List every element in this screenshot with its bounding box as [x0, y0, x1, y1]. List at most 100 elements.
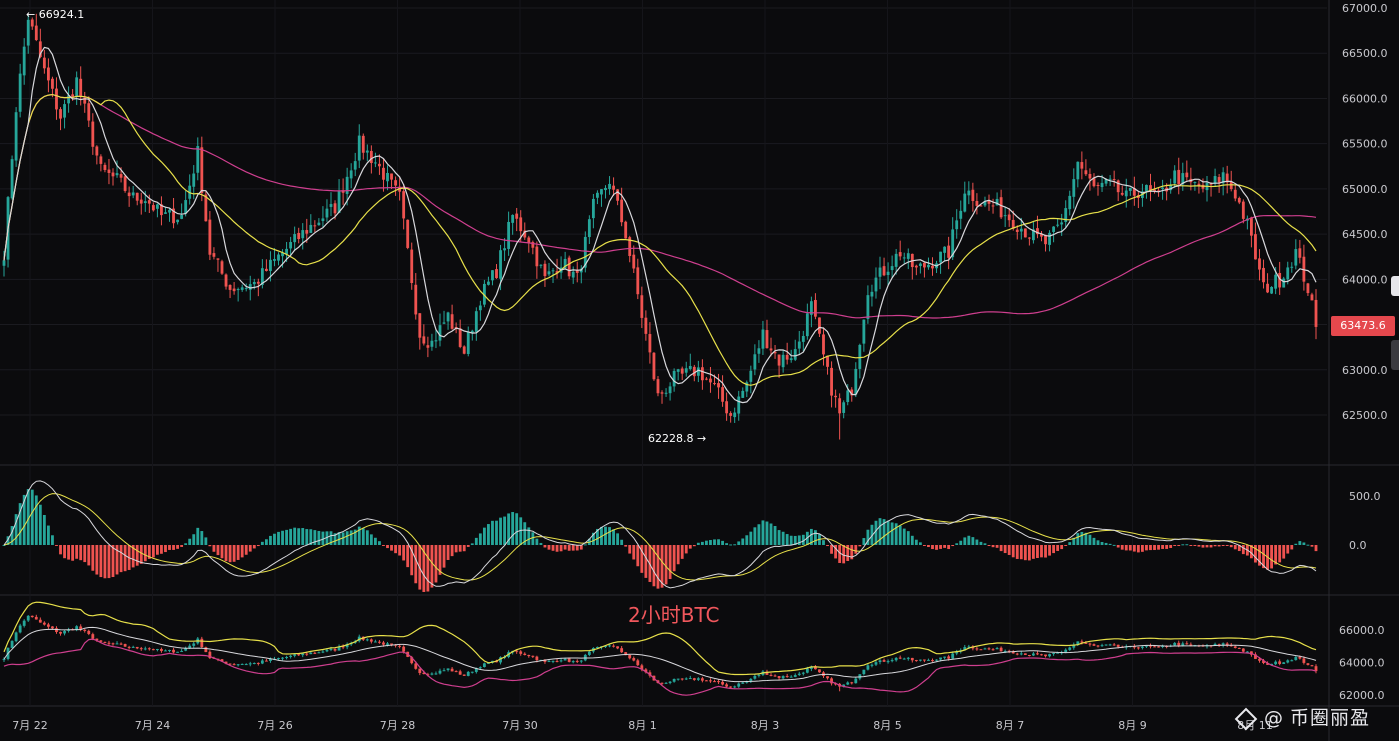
- macd-bar: [252, 545, 256, 549]
- boll-candle: [252, 662, 256, 664]
- macd-bar: [745, 535, 749, 545]
- candle: [499, 250, 502, 279]
- macd-bar: [87, 545, 91, 566]
- candle: [1052, 226, 1056, 232]
- boll-candle: [378, 641, 381, 643]
- candle: [382, 167, 385, 180]
- macd-bar: [236, 545, 240, 560]
- boll-candle: [1185, 643, 1189, 645]
- macd-bar: [1145, 545, 1148, 551]
- macd-bar: [164, 545, 167, 553]
- boll-candle: [741, 682, 745, 684]
- macd-bar: [289, 528, 293, 545]
- candle: [971, 189, 975, 202]
- macd-bar: [1011, 545, 1015, 558]
- macd-bar: [71, 545, 75, 561]
- macd-bar: [430, 545, 434, 588]
- boll-candle: [478, 667, 482, 669]
- boll-candle: [46, 624, 50, 627]
- macd-bar: [721, 540, 724, 545]
- macd-bar: [406, 545, 410, 568]
- candle: [200, 147, 204, 194]
- macd-bar: [1213, 545, 1217, 547]
- macd-bar: [1060, 545, 1064, 550]
- watermark: @ 币圈丽盈: [1234, 703, 1370, 730]
- macd-bar: [1201, 545, 1205, 548]
- macd-bar: [967, 535, 971, 545]
- boll-candle: [737, 683, 741, 687]
- candle: [252, 281, 256, 285]
- candle: [822, 334, 825, 355]
- candle: [644, 317, 648, 334]
- macd-bar: [1185, 544, 1189, 546]
- macd-bar: [200, 531, 204, 545]
- boll-candle: [1237, 647, 1241, 649]
- boll-candle: [846, 682, 850, 685]
- macd-bar: [971, 537, 975, 545]
- boll-candle: [127, 646, 131, 648]
- chart-canvas[interactable]: 67000.0 66500.0 66000.0 65500.0 65000.0 64500…: [0, 0, 1399, 741]
- date-tick-label: 8月 9: [1118, 719, 1147, 732]
- boll-candle: [248, 663, 252, 665]
- boll-candle: [59, 631, 62, 634]
- btc-chart[interactable]: 67000.0 66500.0 66000.0 65500.0 65000.0 64500…: [0, 0, 1399, 741]
- date-tick-label: 7月 28: [380, 719, 416, 732]
- boll-candle: [951, 653, 955, 659]
- last-price-badge: 63473.6: [1331, 316, 1395, 336]
- boll-candle: [301, 653, 305, 656]
- macd-bar: [656, 545, 660, 589]
- boll-candle: [91, 634, 95, 639]
- boll-candle: [1298, 656, 1302, 659]
- boll-candle: [850, 682, 854, 684]
- boll-candle: [914, 660, 918, 662]
- candle: [882, 266, 886, 276]
- macd-bar: [1092, 537, 1096, 545]
- macd-bar: [826, 545, 829, 547]
- candle: [648, 334, 652, 353]
- candle: [975, 200, 979, 206]
- candle: [878, 267, 882, 277]
- boll-candle: [462, 674, 466, 676]
- macd-bar: [692, 545, 696, 547]
- boll-candle: [1177, 642, 1181, 646]
- candle: [1080, 162, 1084, 169]
- candle: [507, 221, 511, 249]
- macd-bar: [38, 504, 42, 545]
- candle: [10, 159, 14, 199]
- boll-candle: [470, 671, 474, 673]
- boll-candle: [1157, 646, 1160, 648]
- boll-candle: [983, 648, 987, 650]
- candle: [830, 367, 833, 396]
- boll-candle: [789, 676, 793, 678]
- candle: [1201, 184, 1205, 189]
- boll-candle: [906, 657, 910, 659]
- macd-bar: [761, 520, 765, 545]
- scroll-handle[interactable]: [1391, 340, 1399, 370]
- candle: [51, 78, 54, 89]
- price-scale-handle[interactable]: [1391, 276, 1399, 296]
- macd-bar: [543, 545, 547, 548]
- macd-bar: [559, 545, 563, 552]
- boll-candle: [729, 686, 733, 688]
- candle: [135, 192, 139, 201]
- macd-bar: [192, 534, 196, 545]
- candle: [1003, 215, 1007, 217]
- candle: [1282, 278, 1286, 288]
- candle: [870, 291, 874, 297]
- macd-bar: [918, 542, 922, 545]
- boll-candle: [10, 640, 14, 648]
- macd-bar: [1052, 545, 1056, 554]
- macd-bar: [1036, 545, 1039, 559]
- macd-bar: [155, 545, 159, 555]
- boll-candle: [587, 651, 591, 655]
- candle: [1145, 184, 1148, 192]
- candle: [151, 205, 155, 211]
- candle: [1128, 187, 1132, 191]
- candle: [155, 204, 159, 209]
- candle: [1068, 195, 1072, 210]
- macd-bar: [1116, 545, 1120, 548]
- candle: [103, 164, 107, 170]
- macd-bar: [1112, 544, 1116, 546]
- candle: [927, 264, 930, 268]
- boll-candle: [103, 641, 107, 643]
